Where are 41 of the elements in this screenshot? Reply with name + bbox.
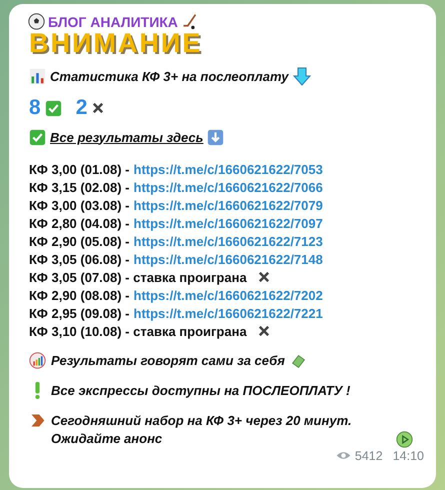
bet-label: КФ 3,05 (06.08) - [29,252,130,266]
note-text: Сегодняшний набор на КФ 3+ через 20 минут. Ожидайте анонс [51,412,353,448]
hockey-stick-icon [180,13,198,30]
banner-title: ВНИМАНИЕ [29,30,202,56]
brand-title: БЛОГ АНАЛИТИКА [48,14,178,30]
bet-label: КФ 3,10 (10.08) - ставка проиграна [29,324,247,338]
stats-title: Статистика КФ 3+ на послеоплату [50,68,288,84]
check-mark-icon [29,128,46,146]
bet-link[interactable]: https://t.me/c/1660621622/7066 [134,180,323,194]
cross-mark-icon [256,324,271,338]
cross-mark-icon [256,270,271,284]
bet-link[interactable]: https://t.me/c/1660621622/7079 [134,198,323,212]
count: 8 [29,96,41,120]
exclamation-icon [35,382,40,399]
message-time: 14:10 [392,448,424,462]
bet-link[interactable]: https://t.me/c/1660621622/7123 [134,234,323,248]
bet-link[interactable]: https://t.me/c/1660621622/7053 [134,162,323,176]
chart-icon [29,352,46,369]
play-icon [396,431,413,448]
bet-link[interactable]: https://t.me/c/1660621622/7221 [134,306,323,320]
bet-label: КФ 2,80 (04.08) - [29,216,130,230]
bar-chart-icon [29,68,46,84]
bet-label: КФ 3,15 (02.08) - [29,180,130,194]
count: 2 [76,96,88,120]
bet-label: КФ 2,90 (08.08) - [29,288,130,302]
bet-label: КФ 3,00 (03.08) - [29,198,130,212]
bet-link[interactable]: https://t.me/c/1660621622/7148 [134,252,323,266]
bet-label: КФ 2,95 (09.08) - [29,306,130,320]
arrow-icon [29,412,46,429]
results-link[interactable]: Все результаты здесь [50,130,204,144]
note-text: Результаты говорят сами за себя [51,352,285,370]
bet-link[interactable]: https://t.me/c/1660621622/7097 [134,216,323,230]
soccer-ball-icon [28,13,45,30]
bet-link[interactable]: https://t.me/c/1660621622/7202 [134,288,323,302]
bet-label: КФ 3,05 (07.08) - ставка проиграна [29,270,247,284]
bet-label: КФ 2,90 (05.08) - [29,234,130,248]
check-mark-icon [44,100,62,116]
bet-label: КФ 3,00 (01.08) - [29,162,130,176]
note-text: Все экспрессы доступны на ПОСЛЕОПЛАТУ ! [51,382,350,400]
cross-mark-icon [91,101,106,115]
view-count: 5412 [354,448,383,462]
